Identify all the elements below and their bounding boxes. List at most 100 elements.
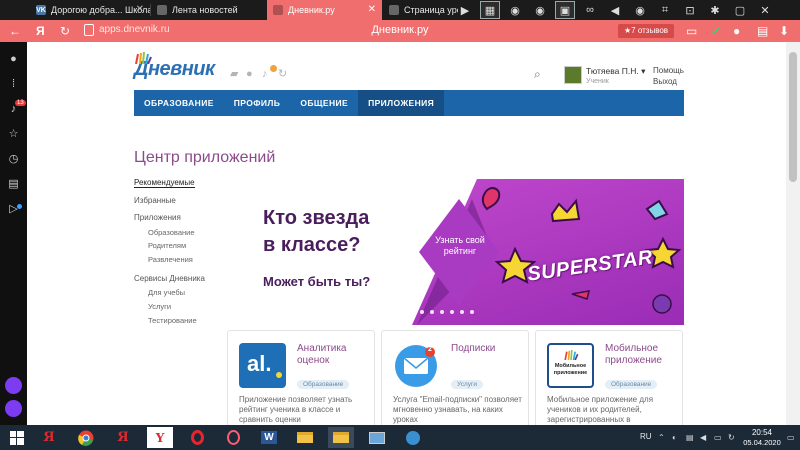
network-icon[interactable]: ▤ [686, 433, 695, 442]
crop-icon[interactable]: ⌗ [655, 1, 675, 19]
card-tag[interactable]: Образование [297, 380, 350, 389]
nav-services-sub[interactable]: Услуги [148, 302, 171, 311]
nav-testing[interactable]: Тестирование [148, 316, 197, 325]
notifications-icon[interactable]: ▭ [787, 433, 796, 442]
avatar[interactable] [564, 66, 582, 84]
profile-icon[interactable]: ● [6, 52, 21, 67]
logout-link[interactable]: Выход [653, 77, 677, 86]
apps-icon[interactable]: ⁞ [6, 77, 21, 92]
pagination-dot[interactable] [450, 310, 454, 314]
aspect-icon[interactable]: ⊡ [680, 1, 700, 19]
opera-taskbar[interactable] [184, 427, 210, 448]
close-icon[interactable]: ✕ [136, 4, 144, 15]
yandex-taskbar[interactable]: Я [110, 427, 136, 448]
check-icon[interactable]: ✔ [711, 23, 721, 39]
star-icon[interactable]: ☆ [6, 127, 21, 142]
card-title[interactable]: Аналитика оценок [297, 343, 372, 367]
link-icon[interactable]: ∞ [580, 1, 600, 19]
nav-parents[interactable]: Родителям [148, 241, 186, 250]
chrome-taskbar[interactable] [73, 427, 99, 448]
nav-services[interactable]: Сервисы Дневника [134, 274, 205, 283]
pagination-dot[interactable] [420, 310, 424, 314]
scroll-thumb[interactable] [789, 52, 797, 182]
nav-apps-section[interactable]: Приложения [134, 213, 181, 222]
messages-icon[interactable]: ▰ [230, 68, 243, 81]
close-icon[interactable]: ✕ [368, 4, 376, 15]
app-card-mobile[interactable]: Мобильное приложение Мобильное приложени… [535, 330, 683, 425]
translate-icon[interactable]: ▤ [757, 23, 768, 39]
dnevnik-logo[interactable]: Дневник [134, 52, 215, 81]
user-role: Ученик [586, 78, 609, 85]
app-card-subscriptions[interactable]: 2 Подписки Услуги Услуга "Email-подписки… [381, 330, 529, 425]
account-icon[interactable]: ● [733, 23, 740, 39]
camera-icon[interactable]: ◉ [530, 1, 550, 19]
nav-fun[interactable]: Развлечения [148, 255, 193, 264]
help-link[interactable]: Помощь [653, 66, 684, 75]
speaker-icon[interactable]: ◀ [605, 1, 625, 19]
nav-for-school[interactable]: Для учебы [148, 288, 185, 297]
camera-icon[interactable]: ◉ [630, 1, 650, 19]
explorer-active-taskbar[interactable] [328, 427, 354, 448]
clock-time[interactable]: 20:54 [740, 428, 784, 437]
film-icon[interactable]: ▦ [480, 1, 500, 19]
play-icon[interactable]: ▶ [455, 1, 475, 19]
file-explorer-taskbar[interactable] [292, 427, 318, 448]
download-icon[interactable]: ⬇ [779, 23, 789, 39]
nav-apps[interactable]: ПРИЛОЖЕНИЯ [358, 90, 445, 116]
notification-badge [270, 65, 277, 72]
app-card-analytics[interactable]: al. Аналитика оценок Образование Приложе… [227, 330, 375, 425]
user-name[interactable]: Тютяева П.Н. ▾ [586, 66, 645, 77]
media-taskbar[interactable] [364, 427, 390, 448]
tray-icon[interactable]: ◐ [672, 433, 681, 442]
pagination-dot[interactable] [440, 310, 444, 314]
tab-vk[interactable]: VK Дорогою добра... Школа № ✕ [30, 0, 150, 20]
word-taskbar[interactable]: W [256, 427, 282, 448]
bell-icon[interactable]: ♪ [262, 65, 277, 81]
close-icon[interactable]: ✕ [755, 1, 775, 19]
tab-news[interactable]: Лента новостей [151, 0, 266, 20]
yandex-browser-taskbar[interactable]: Я [36, 427, 62, 448]
sync-icon[interactable]: ↻ [728, 433, 737, 442]
camera-icon[interactable]: ◉ [505, 1, 525, 19]
banner-cta[interactable]: Узнать свой рейтинг [431, 235, 489, 257]
tab-lesson[interactable]: Страница урока [383, 0, 458, 20]
refresh-icon[interactable]: ↻ [278, 68, 291, 81]
nav-recommended[interactable]: Рекомендуемые [134, 178, 195, 188]
language-indicator[interactable]: RU [640, 432, 652, 441]
card-title[interactable]: Мобильное приложение [605, 343, 680, 367]
card-tag[interactable]: Образование [605, 380, 658, 389]
volume-icon[interactable]: ◀ [700, 433, 709, 442]
clock-date[interactable]: 05.04.2020 [740, 438, 784, 447]
promo-banner[interactable]: Кто звезда в классе? Может быть ты? Узна… [227, 179, 684, 325]
pagination-dot[interactable] [470, 310, 474, 314]
pagination-dot[interactable] [430, 310, 434, 314]
battery-icon[interactable]: ▭ [714, 433, 723, 442]
collections-icon[interactable]: ▤ [6, 177, 21, 192]
comment-icon[interactable]: ▭ [686, 23, 697, 39]
page-scrollbar[interactable] [786, 42, 800, 425]
window-icon[interactable]: ▢ [730, 1, 750, 19]
pagination-dot[interactable] [460, 310, 464, 314]
start-button[interactable] [4, 427, 30, 448]
reviews-badge[interactable]: ★7 отзывов [618, 24, 675, 38]
search-icon[interactable]: ⌕ [534, 68, 546, 80]
mobile-icon-label: Мобильное приложение [553, 363, 588, 376]
nav-profile[interactable]: ПРОФИЛЬ [224, 90, 291, 116]
alice-icon[interactable] [5, 377, 22, 394]
nav-communication[interactable]: ОБЩЕНИЕ [290, 90, 358, 116]
settings-icon[interactable]: ✱ [705, 1, 725, 19]
tab-dnevnik[interactable]: Дневник.ру ✕ [267, 0, 382, 20]
nav-education[interactable]: Образование [148, 228, 195, 237]
chevron-up-icon[interactable]: ⌃ [658, 433, 667, 442]
alice-icon[interactable] [5, 400, 22, 417]
history-icon[interactable]: ◷ [6, 152, 21, 167]
nav-education[interactable]: ОБРАЗОВАНИЕ [134, 90, 224, 116]
yandex-mail-taskbar[interactable]: Y [147, 427, 173, 448]
app-taskbar[interactable] [400, 427, 426, 448]
friends-icon[interactable]: ● [246, 68, 259, 81]
nav-favorites[interactable]: Избранные [134, 196, 176, 205]
image-icon[interactable]: ▣ [555, 1, 575, 19]
card-tag[interactable]: Услуги [451, 380, 483, 389]
card-title[interactable]: Подписки [451, 343, 526, 355]
opera-gx-taskbar[interactable] [220, 427, 246, 448]
